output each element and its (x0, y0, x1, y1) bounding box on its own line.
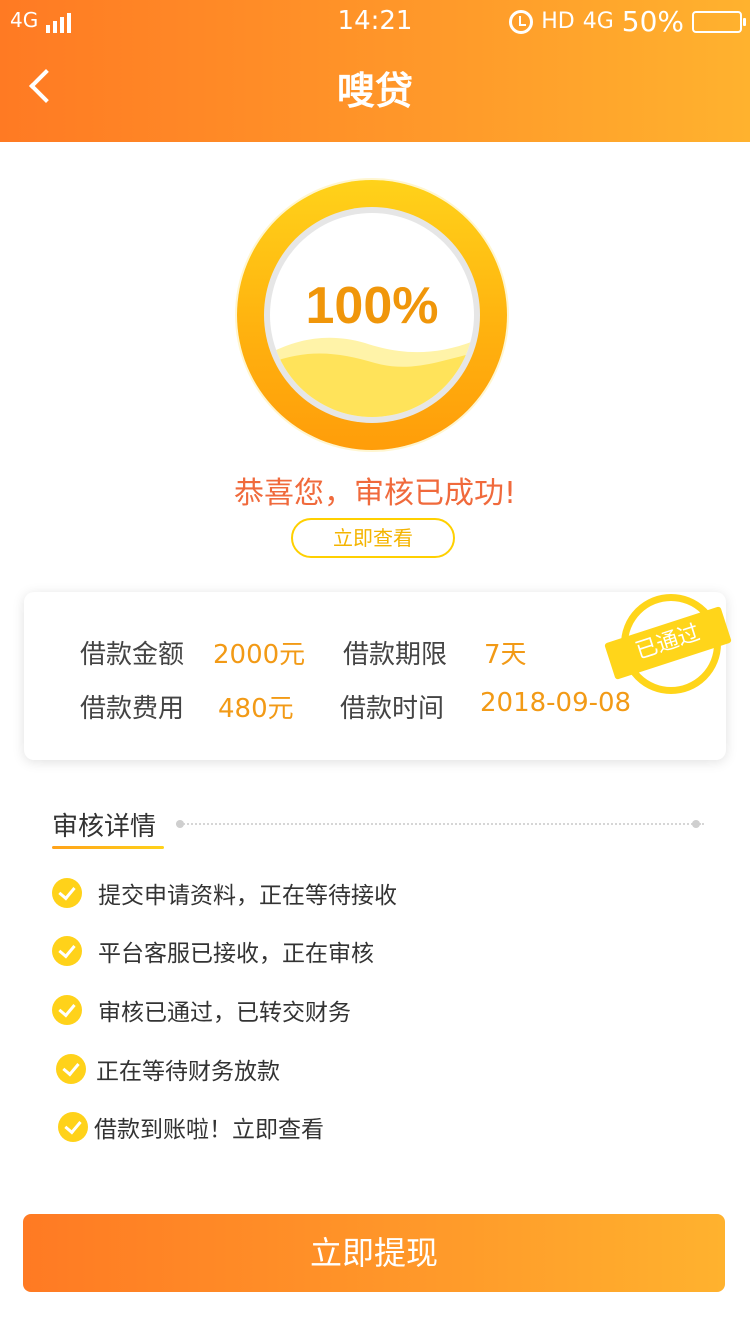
term-label: 借款期限 (343, 640, 448, 670)
step-item: 正在等待财务放款 (56, 1052, 280, 1086)
network-type-2: 4G (582, 9, 614, 34)
battery-icon (692, 10, 746, 33)
step-text: 正在等待财务放款 (96, 1059, 280, 1085)
term-value: 7天 (484, 640, 527, 670)
dotted-divider (176, 823, 704, 825)
success-message: 恭喜您，审核已成功! (233, 476, 517, 511)
step-text: 借款到账啦！立即查看 (94, 1117, 324, 1143)
details-underline (52, 846, 164, 849)
amount-label: 借款金额 (80, 640, 185, 670)
amount-value: 2000元 (213, 640, 306, 670)
alarm-icon (509, 9, 534, 34)
step-text: 提交申请资料，正在等待接收 (98, 883, 397, 909)
step-item: 提交申请资料，正在等待接收 (52, 876, 397, 910)
step-item[interactable]: 借款到账啦！立即查看 (58, 1110, 324, 1144)
status-bar: 4G 14:21 HD 4G 50% (0, 0, 750, 42)
date-label: 借款时间 (340, 694, 445, 724)
details-title: 审核详情 (52, 812, 157, 842)
view-now-button[interactable]: 立即查看 (291, 518, 455, 558)
step-item: 平台客服已接收，正在审核 (52, 934, 374, 968)
withdraw-button[interactable]: 立即提现 (23, 1214, 725, 1292)
check-icon (52, 878, 82, 908)
fee-label: 借款费用 (80, 694, 185, 724)
status-right: HD 4G 50% (509, 5, 746, 38)
step-item: 审核已通过，已转交财务 (52, 993, 351, 1027)
header-bar: 4G 14:21 HD 4G 50% 嗖贷 (0, 0, 750, 142)
step-text: 平台客服已接收，正在审核 (98, 941, 374, 967)
step-text: 审核已通过，已转交财务 (98, 1000, 351, 1026)
hd-indicator: HD (541, 9, 575, 34)
approved-stamp: 已通过 (603, 590, 733, 700)
divider-dot-left (176, 820, 184, 828)
progress-percent: 100% (305, 277, 439, 335)
fee-value: 480元 (218, 694, 294, 724)
check-icon (56, 1054, 86, 1084)
check-icon (58, 1112, 88, 1142)
progress-ring: 100% (237, 180, 507, 450)
battery-percent: 50% (621, 5, 684, 38)
divider-dot-right (692, 820, 700, 828)
page-title: 嗖贷 (336, 69, 413, 113)
check-icon (52, 936, 82, 966)
check-icon (52, 995, 82, 1025)
